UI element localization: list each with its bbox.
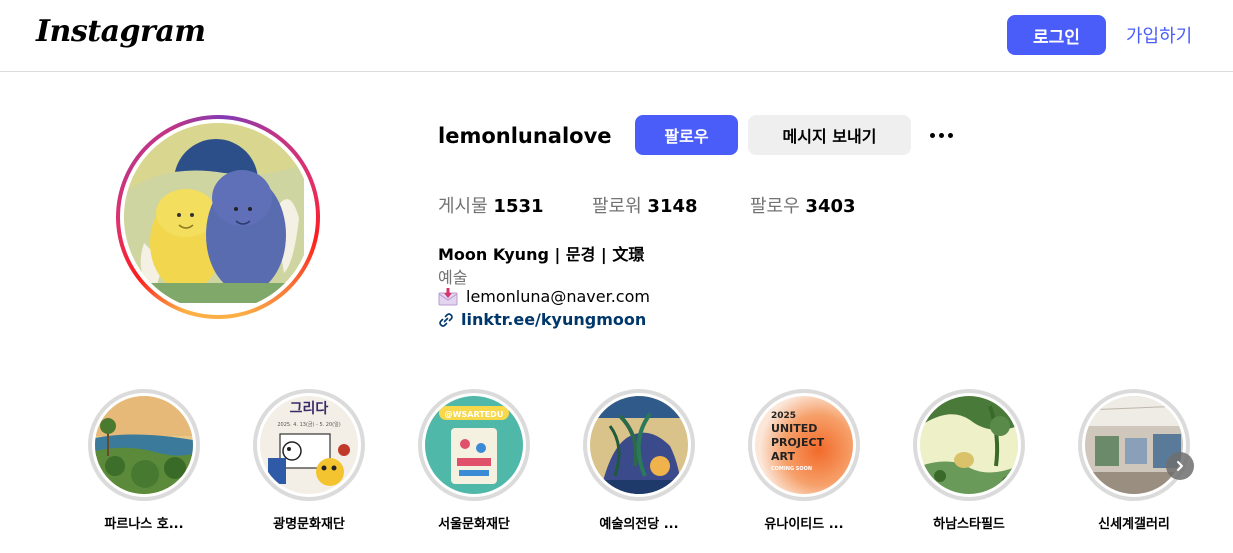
profile-avatar[interactable] bbox=[116, 115, 320, 319]
avatar-border bbox=[120, 119, 316, 315]
highlight-cover-badge: @WSARTEDU bbox=[445, 410, 504, 419]
signup-link[interactable]: 가입하기 bbox=[1126, 22, 1192, 48]
highlight-cover: 그리다 2025. 4. 13(금) - 5. 20(일) bbox=[260, 396, 358, 494]
highlights-next-button[interactable] bbox=[1166, 452, 1194, 480]
followers-count: 3148 bbox=[647, 196, 698, 217]
highlight-cover bbox=[920, 396, 1018, 494]
highlight-ring: 그리다 2025. 4. 13(금) - 5. 20(일) bbox=[253, 389, 365, 501]
highlight-label: 유나이티드 ... bbox=[764, 517, 844, 532]
highlight-cover: @WSARTEDU bbox=[425, 396, 523, 494]
highlight-ring bbox=[1078, 389, 1190, 501]
top-navigation-bar: Instagram 로그인 가입하기 bbox=[0, 0, 1233, 72]
highlight-ring: 2025 UNITED PROJECT ART COMING SOON bbox=[748, 389, 860, 501]
story-highlight[interactable]: 파르나스 호... bbox=[84, 387, 204, 537]
highlight-cover-text: ART bbox=[771, 450, 795, 463]
following-count: 3403 bbox=[805, 196, 856, 217]
more-dot-icon bbox=[938, 132, 944, 138]
posts-count: 1531 bbox=[493, 196, 544, 217]
highlight-cover-text: 2025. 4. 13(금) - 5. 20(일) bbox=[277, 421, 340, 428]
followers-count-stat[interactable]: 팔로워 3148 bbox=[592, 192, 698, 218]
story-highlight[interactable]: @WSARTEDU 서울문화재단 bbox=[414, 387, 534, 537]
follow-button[interactable]: 팔로우 bbox=[635, 115, 738, 155]
svg-text:그리다: 그리다 bbox=[290, 401, 329, 417]
bio-email: lemonluna@naver.com bbox=[466, 287, 650, 306]
profile-full-name: Moon Kyung | 문경 | 文璟 bbox=[438, 245, 645, 264]
highlight-cover: 2025 UNITED PROJECT ART COMING SOON bbox=[755, 396, 853, 494]
avatar-image bbox=[124, 123, 312, 311]
avatar-illustration bbox=[124, 123, 304, 303]
story-highlight[interactable]: 하남스타필드 bbox=[909, 387, 1029, 537]
incoming-envelope-icon bbox=[438, 287, 458, 306]
highlight-cover bbox=[1085, 396, 1183, 494]
highlight-label: 광명문화재단 bbox=[273, 517, 345, 532]
chevron-right-icon bbox=[1177, 461, 1183, 471]
highlight-cover bbox=[95, 396, 193, 494]
more-dot-icon bbox=[929, 132, 935, 138]
more-dot-icon bbox=[947, 132, 953, 138]
bio-link-line[interactable]: linktr.ee/kyungmoon bbox=[438, 310, 646, 329]
following-count-stat[interactable]: 팔로우 3403 bbox=[750, 192, 856, 218]
profile-username: lemonlunalove bbox=[438, 124, 612, 148]
highlight-label: 예술의전당 ... bbox=[599, 517, 679, 532]
highlight-cover bbox=[590, 396, 688, 494]
instagram-logo[interactable]: Instagram bbox=[36, 14, 206, 49]
highlight-ring bbox=[88, 389, 200, 501]
highlight-label: 파르나스 호... bbox=[104, 517, 184, 532]
highlight-label: 신세계갤러리 bbox=[1098, 517, 1170, 532]
highlight-cover-text: UNITED bbox=[771, 422, 817, 435]
following-label: 팔로우 bbox=[750, 196, 800, 217]
story-highlight[interactable]: 2025 UNITED PROJECT ART COMING SOON 유나이티… bbox=[744, 387, 864, 537]
highlight-label: 서울문화재단 bbox=[438, 517, 510, 532]
link-chain-icon bbox=[438, 312, 454, 328]
more-options-button[interactable] bbox=[922, 120, 960, 150]
story-highlight[interactable]: 그리다 2025. 4. 13(금) - 5. 20(일) 광명문화재단 bbox=[249, 387, 369, 537]
bio-email-line: lemonluna@naver.com bbox=[438, 287, 650, 306]
highlight-label: 하남스타필드 bbox=[933, 517, 1005, 532]
bio-external-link[interactable]: linktr.ee/kyungmoon bbox=[461, 310, 646, 329]
highlight-cover-text: PROJECT bbox=[771, 436, 825, 449]
highlight-cover-text: COMING SOON bbox=[771, 466, 812, 472]
story-highlight[interactable]: 예술의전당 ... bbox=[579, 387, 699, 537]
highlight-cover-text: 2025 bbox=[771, 411, 796, 421]
posts-label: 게시물 bbox=[438, 196, 488, 217]
highlight-ring bbox=[583, 389, 695, 501]
followers-label: 팔로워 bbox=[592, 196, 642, 217]
highlight-ring: @WSARTEDU bbox=[418, 389, 530, 501]
login-button[interactable]: 로그인 bbox=[1007, 15, 1106, 55]
highlight-ring bbox=[913, 389, 1025, 501]
posts-count-stat: 게시물 1531 bbox=[438, 192, 544, 218]
profile-category: 예술 bbox=[438, 268, 468, 287]
send-message-button[interactable]: 메시지 보내기 bbox=[748, 115, 911, 155]
